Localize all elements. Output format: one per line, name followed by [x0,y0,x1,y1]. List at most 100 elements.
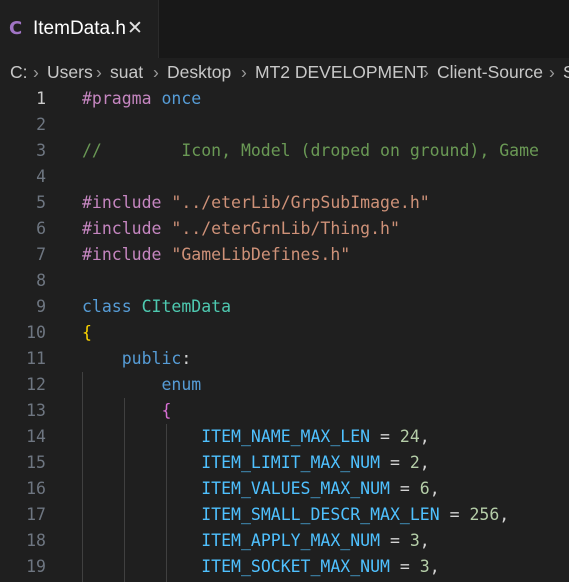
code-token: , [419,453,430,472]
code-token: , [419,427,430,446]
code-editor[interactable]: 1 #pragma once 2 3 // Icon, Model (droped on… [0,86,569,582]
code-text: ITEM_SMALL_DESCR_MAX_LEN = 256, [82,502,509,528]
c-language-icon: C [9,18,23,39]
code-text: ITEM_LIMIT_MAX_NUM = 2, [82,450,430,476]
code-line[interactable]: 19 ITEM_SOCKET_MAX_NUM = 3, [0,554,569,580]
code-token: { [161,401,172,420]
code-token: ITEM_VALUES_MAX_NUM [201,479,390,498]
code-token: , [499,505,510,524]
code-line[interactable]: 6 #include "../eterGrnLib/Thing.h" [0,216,569,242]
code-line[interactable]: 17 ITEM_SMALL_DESCR_MAX_LEN = 256, [0,502,569,528]
line-number: 2 [36,115,46,134]
code-line[interactable]: 13 { [0,398,569,424]
breadcrumb-item[interactable]: S [563,58,569,86]
editor-tab-itemdata[interactable]: C ItemData.h ✕ [0,0,159,58]
tab-title: ItemData.h [33,18,126,39]
breadcrumb-item[interactable]: C: [10,58,28,86]
line-number: 5 [36,193,46,212]
line-number: 18 [26,531,46,550]
line-number: 13 [26,401,46,420]
code-line[interactable]: 4 [0,164,569,190]
breadcrumb-item[interactable]: Client-Source [437,58,543,86]
line-number: 9 [36,297,46,316]
code-text: { [82,320,92,346]
code-line[interactable]: 8 [0,268,569,294]
code-token: ITEM_APPLY_MAX_NUM [201,531,381,550]
chevron-right-icon: › [241,62,247,82]
code-token: class [82,297,132,316]
code-line[interactable]: 7 #include "GameLibDefines.h" [0,242,569,268]
code-line[interactable]: 18 ITEM_APPLY_MAX_NUM = 3, [0,528,569,554]
line-number: 17 [26,505,46,524]
code-token: ITEM_NAME_MAX_LEN [201,427,371,446]
code-text: ITEM_SOCKET_MAX_NUM = 3, [82,554,439,580]
code-token: once [161,89,202,108]
chevron-right-icon: › [96,62,102,82]
code-token: = [370,427,400,446]
code-line[interactable]: 5 #include "../eterLib/GrpSubImage.h" [0,190,569,216]
code-token: 24 [399,427,420,446]
code-token: = [439,505,470,524]
breadcrumb-item[interactable]: MT2 DEVELOPMENT [255,58,427,86]
code-text: #include "../eterLib/GrpSubImage.h" [82,190,430,216]
breadcrumb-item[interactable]: suat [110,58,143,86]
chevron-right-icon: › [549,62,555,82]
code-text: // Icon, Model (droped on ground), Game [82,138,539,164]
code-token: : [181,349,192,368]
code-line[interactable]: 2 [0,112,569,138]
code-line[interactable]: 15 ITEM_LIMIT_MAX_NUM = 2, [0,450,569,476]
code-text: public: [82,346,192,372]
code-token: #include [82,245,162,264]
code-line[interactable]: 14 ITEM_NAME_MAX_LEN = 24, [0,424,569,450]
code-token: = [380,453,410,472]
code-line[interactable]: 1 #pragma once [0,86,569,112]
code-line[interactable]: 12 enum [0,372,569,398]
breadcrumb-item[interactable]: Users [47,58,93,86]
code-line[interactable]: 10 { [0,320,569,346]
chevron-right-icon: › [423,62,429,82]
code-token: , [429,479,440,498]
line-number: 19 [26,557,46,576]
code-token: 256 [469,505,500,524]
line-number: 4 [36,167,46,186]
line-number: 11 [26,349,46,368]
code-text: #pragma once [82,86,201,112]
line-number: 14 [26,427,46,446]
line-number: 7 [36,245,46,264]
line-number: 16 [26,479,46,498]
code-text: ITEM_VALUES_MAX_NUM = 6, [82,476,440,502]
chevron-right-icon: › [33,62,39,82]
code-text: #include "../eterGrnLib/Thing.h" [82,216,400,242]
line-number: 12 [26,375,46,394]
code-token: // Icon, Model (droped on ground), Game [82,141,539,160]
breadcrumb: C: › Users › suat › Desktop › MT2 DEVELOPMENT › Cl… [0,58,569,86]
line-number: 15 [26,453,46,472]
code-line[interactable]: 9 class CItemData [0,294,569,320]
line-number: 8 [36,271,46,290]
code-line[interactable]: 16 ITEM_VALUES_MAX_NUM = 6, [0,476,569,502]
line-number: 10 [26,323,46,342]
code-token: ITEM_SOCKET_MAX_NUM [201,557,390,576]
code-token: "../eterLib/GrpSubImage.h" [171,193,430,212]
code-line[interactable]: 3 // Icon, Model (droped on ground), Game [0,138,569,164]
code-token: #include [82,193,162,212]
code-text: enum [82,372,201,398]
close-icon[interactable]: ✕ [127,17,143,39]
code-token: 3 [409,531,420,550]
code-token: public [121,349,182,368]
code-token: , [419,531,430,550]
code-line[interactable]: 11 public: [0,346,569,372]
code-token: 2 [409,453,420,472]
code-text: ITEM_APPLY_MAX_NUM = 3, [82,528,430,554]
code-token: "../eterGrnLib/Thing.h" [171,219,400,238]
breadcrumb-item[interactable]: Desktop [167,58,231,86]
